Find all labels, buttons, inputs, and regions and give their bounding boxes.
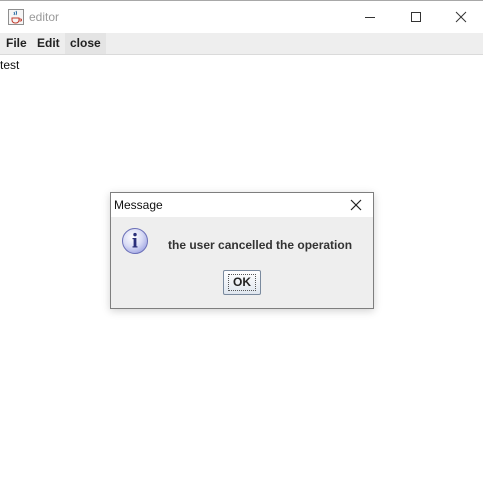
dialog-title: Message [114,198,163,212]
title-bar: editor [0,0,483,33]
maximize-button[interactable] [393,1,439,33]
close-window-button[interactable] [438,1,483,33]
dialog-close-button[interactable] [347,196,365,214]
editor-text-area[interactable]: test [0,58,19,72]
minimize-icon [365,17,375,18]
editor-window: editor File Edit close test Message the … [0,0,483,491]
close-icon [455,11,467,23]
maximize-icon [411,12,421,22]
ok-button[interactable]: OK [223,270,261,295]
window-title: editor [29,10,60,24]
java-cup-icon [8,9,24,25]
dialog-title-bar: Message [111,193,373,217]
message-dialog: Message the user cancelled the operation… [110,192,374,309]
menu-close[interactable]: close [65,33,106,54]
minimize-button[interactable] [347,1,393,33]
menu-bar: File Edit close [0,33,483,55]
dialog-message: the user cancelled the operation [168,238,353,252]
close-icon [350,199,362,211]
information-icon [122,228,148,254]
ok-button-label: OK [228,274,256,291]
menu-file[interactable]: File [1,33,32,54]
menu-edit[interactable]: Edit [32,33,65,54]
